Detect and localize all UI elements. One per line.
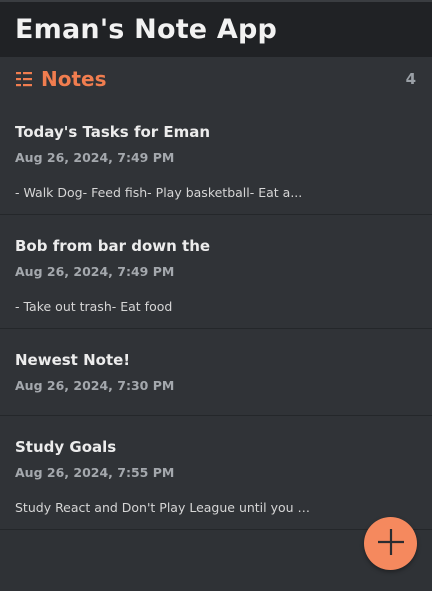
notes-section-header: Notes 4 [0, 57, 432, 101]
note-title: Bob from bar down the [15, 237, 211, 255]
note-item[interactable]: Today's Tasks for Eman Aug 26, 2024, 7:4… [0, 101, 432, 215]
add-note-button[interactable] [364, 517, 417, 570]
note-item[interactable]: Study Goals Aug 26, 2024, 7:55 PM Study … [0, 416, 432, 530]
note-preview: - Take out trash- Eat food [15, 299, 173, 314]
note-title: Study Goals [15, 438, 117, 456]
app-header: Eman's Note App [0, 0, 432, 57]
note-title: Today's Tasks for Eman [15, 123, 211, 141]
app-title: Eman's Note App [15, 14, 278, 45]
list-icon [15, 70, 33, 88]
note-item[interactable]: Newest Note! Aug 26, 2024, 7:30 PM [0, 329, 432, 416]
note-date: Aug 26, 2024, 7:55 PM [15, 465, 175, 480]
note-list: Today's Tasks for Eman Aug 26, 2024, 7:4… [0, 101, 432, 530]
note-date: Aug 26, 2024, 7:30 PM [15, 378, 175, 393]
note-date: Aug 26, 2024, 7:49 PM [15, 264, 175, 279]
note-count-badge: 4 [405, 70, 416, 88]
note-item[interactable]: Bob from bar down the Aug 26, 2024, 7:49… [0, 215, 432, 329]
note-title: Newest Note! [15, 351, 131, 369]
note-preview: - Walk Dog- Feed fish- Play basketball- … [15, 185, 303, 200]
plus-icon [376, 527, 406, 561]
section-title: Notes [41, 67, 107, 91]
note-preview: Study React and Don't Play League until … [15, 500, 315, 515]
note-date: Aug 26, 2024, 7:49 PM [15, 150, 175, 165]
